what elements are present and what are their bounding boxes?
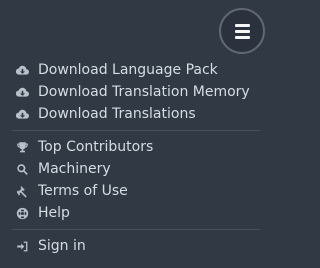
menu-item-top-contributors[interactable]: Top Contributors bbox=[12, 136, 260, 158]
menu-divider bbox=[12, 130, 260, 131]
menu-item-download-translation-memory[interactable]: Download Translation Memory bbox=[12, 81, 260, 103]
menu-item-label: Download Translation Memory bbox=[38, 84, 250, 100]
life-ring-icon bbox=[14, 205, 30, 221]
menu-item-label: Download Language Pack bbox=[38, 62, 218, 78]
menu-item-label: Machinery bbox=[38, 161, 111, 177]
page: Download Language Pack Download Translat… bbox=[0, 0, 271, 268]
menu-item-download-language-pack[interactable]: Download Language Pack bbox=[12, 59, 260, 81]
menu-item-label: Terms of Use bbox=[38, 183, 128, 199]
hamburger-icon bbox=[234, 29, 250, 33]
gavel-icon bbox=[14, 183, 30, 199]
cloud-download-icon bbox=[14, 84, 30, 100]
trophy-icon bbox=[14, 139, 30, 155]
menu-item-help[interactable]: Help bbox=[12, 202, 260, 224]
menu-item-label: Download Translations bbox=[38, 106, 196, 122]
menu-item-label: Sign in bbox=[38, 238, 86, 254]
menu-toggle-button[interactable] bbox=[219, 8, 265, 54]
menu-item-label: Top Contributors bbox=[38, 139, 154, 155]
hamburger-icon bbox=[234, 35, 250, 39]
menu-item-download-translations[interactable]: Download Translations bbox=[12, 103, 260, 125]
cloud-download-icon bbox=[14, 106, 30, 122]
menu-item-label: Help bbox=[38, 205, 70, 221]
search-icon bbox=[14, 161, 30, 177]
sign-in-icon bbox=[14, 238, 30, 254]
dropdown-menu: Download Language Pack Download Translat… bbox=[12, 59, 260, 257]
menu-item-machinery[interactable]: Machinery bbox=[12, 158, 260, 180]
hamburger-icon bbox=[234, 23, 250, 27]
menu-item-terms-of-use[interactable]: Terms of Use bbox=[12, 180, 260, 202]
menu-divider bbox=[12, 229, 260, 230]
cloud-download-icon bbox=[14, 62, 30, 78]
menu-item-sign-in[interactable]: Sign in bbox=[12, 235, 260, 257]
